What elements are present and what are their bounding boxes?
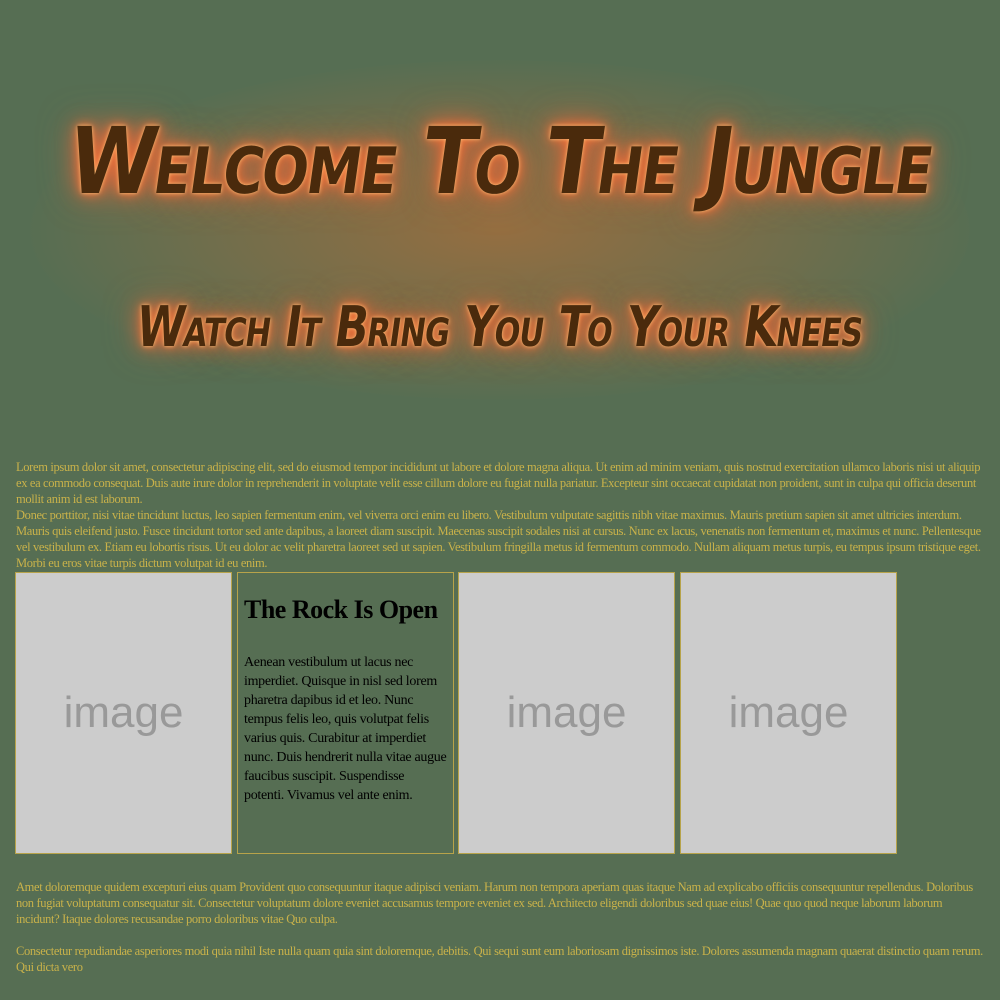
footer-paragraph-1: Amet doloremque quidem excepturi eius qu… — [16, 880, 973, 926]
card-body: Aenean vestibulum ut lacus nec imperdiet… — [244, 655, 447, 803]
image-placeholder: image — [728, 688, 849, 737]
image-card-3: image — [680, 572, 897, 854]
footer-paragraph-2: Consectetur repudiandae asperiores modi … — [16, 944, 983, 974]
intro-paragraph-1: Lorem ipsum dolor sit amet, consectetur … — [16, 460, 981, 506]
image-card-1: image — [15, 572, 232, 854]
intro-paragraph-2: Donec porttitor, nisi vitae tincidunt lu… — [16, 508, 981, 570]
image-placeholder: image — [63, 688, 184, 737]
hero-title: Welcome To The Jungle — [62, 108, 940, 215]
image-placeholder: image — [506, 688, 627, 737]
hero-subtitle: Watch It Bring You To Your Knees — [132, 295, 868, 360]
image-card-2: image — [458, 572, 675, 854]
text-card: The Rock Is Open Aenean vestibulum ut la… — [237, 572, 454, 854]
hero-banner: Welcome To The Jungle Watch It Bring You… — [0, 0, 1000, 440]
card-title: The Rock Is Open — [244, 595, 438, 624]
